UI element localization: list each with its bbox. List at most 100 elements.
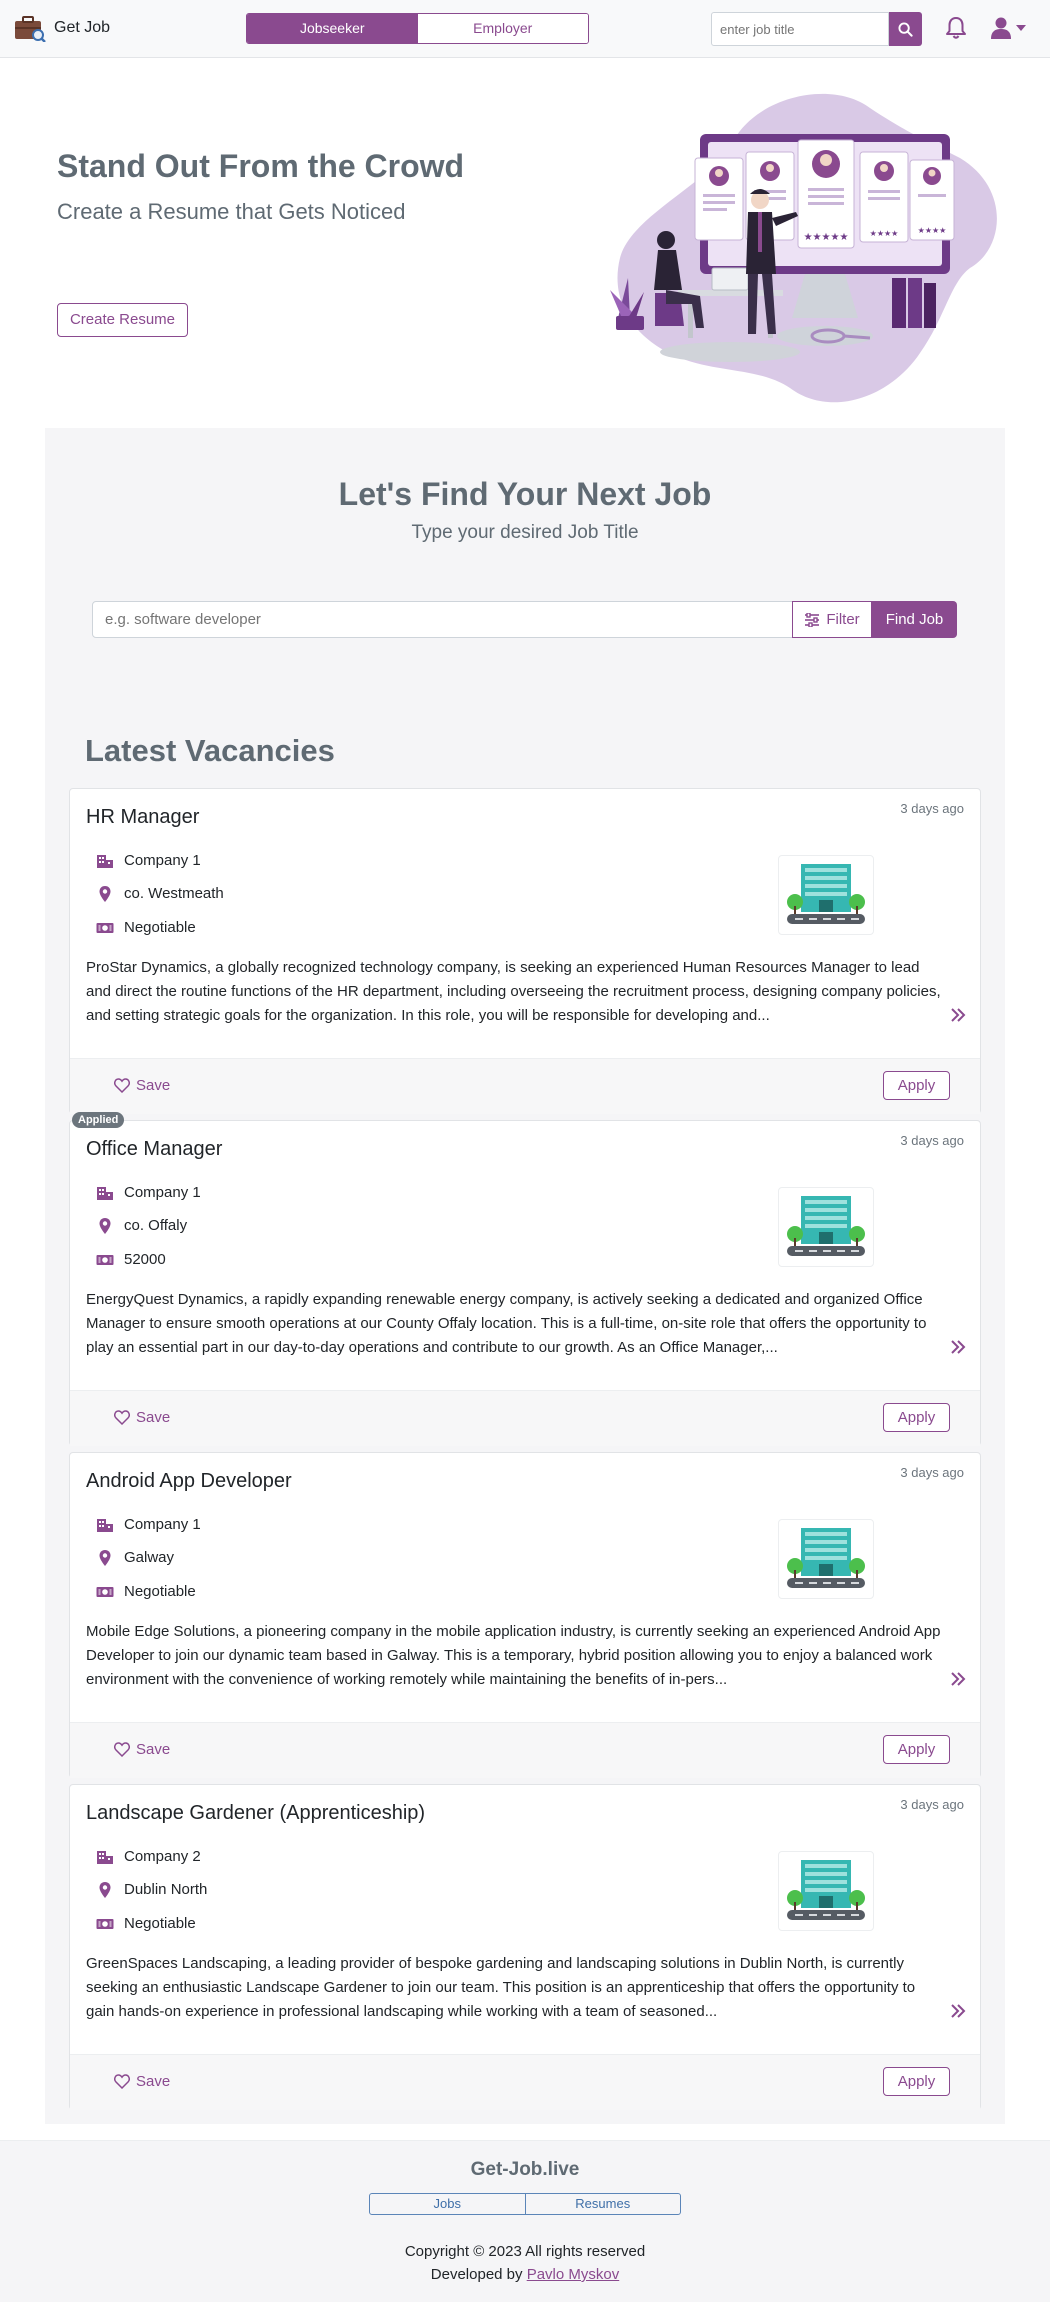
- user-icon: [991, 17, 1011, 39]
- building-icon: [97, 1518, 113, 1532]
- footer-link-jobs[interactable]: Jobs: [370, 2194, 525, 2214]
- card-footer: Save Apply: [70, 2054, 980, 2110]
- save-button[interactable]: Save: [114, 1077, 170, 1094]
- applied-badge: Applied: [72, 1112, 125, 1128]
- caret-down-icon: [1016, 25, 1026, 31]
- brand-name: Get Job: [54, 19, 111, 36]
- find-job-button[interactable]: Find Job: [872, 601, 957, 638]
- job-title[interactable]: Office Manager: [86, 1138, 222, 1161]
- money-icon: [96, 1918, 114, 1929]
- top-navbar: Get Job Jobseeker Employer: [0, 0, 1050, 58]
- posted-time: 3 days ago: [900, 1465, 964, 1480]
- save-button[interactable]: Save: [114, 1409, 170, 1426]
- heart-icon: [114, 1078, 130, 1093]
- footer-nav: Jobs Resumes: [369, 2193, 681, 2215]
- developer-link[interactable]: Pavlo Myskov: [527, 2266, 620, 2283]
- card-footer: Save Apply: [70, 1722, 980, 1778]
- map-pin-icon: [99, 885, 111, 902]
- building-icon: [97, 854, 113, 868]
- company-logo: [778, 1851, 874, 1931]
- nav-search-button[interactable]: [889, 12, 922, 46]
- job-location: co. Offaly: [124, 1217, 188, 1234]
- apply-button[interactable]: Apply: [883, 1071, 950, 1100]
- map-pin-icon: [99, 1549, 111, 1566]
- salary-row: Negotiable: [96, 1583, 196, 1600]
- job-location: co. Westmeath: [124, 885, 224, 902]
- building-icon: [97, 1850, 113, 1864]
- card-footer: Save Apply: [70, 1390, 980, 1446]
- job-title-search-input[interactable]: [92, 601, 840, 638]
- role-switch: Jobseeker Employer: [246, 13, 589, 44]
- job-card[interactable]: Android App Developer 3 days ago Company…: [69, 1452, 981, 1778]
- building-icon: [97, 1186, 113, 1200]
- latest-vacancies-heading: Latest Vacancies: [85, 733, 335, 768]
- save-label: Save: [136, 1741, 171, 1758]
- heart-icon: [114, 1410, 130, 1425]
- location-row: Dublin North: [96, 1881, 207, 1898]
- company-logo: [778, 1187, 874, 1267]
- posted-time: 3 days ago: [900, 801, 964, 816]
- brand-link[interactable]: Get Job: [14, 14, 111, 43]
- role-jobseeker-tab[interactable]: Jobseeker: [247, 14, 418, 43]
- job-salary: Negotiable: [124, 919, 196, 936]
- job-card[interactable]: Landscape Gardener (Apprenticeship) 3 da…: [69, 1784, 981, 2110]
- double-chevron-right-icon[interactable]: [950, 1007, 966, 1023]
- apply-button[interactable]: Apply: [883, 1403, 950, 1432]
- search-title: Let's Find Your Next Job: [338, 476, 712, 512]
- posted-time: 3 days ago: [900, 1133, 964, 1148]
- company-name: Company 1: [124, 852, 201, 869]
- save-button[interactable]: Save: [114, 1741, 170, 1758]
- map-pin-icon: [99, 1217, 111, 1234]
- location-row: co. Westmeath: [96, 885, 224, 902]
- footer-brand: Get-Job.live: [470, 2159, 580, 2180]
- job-salary: 52000: [124, 1251, 166, 1268]
- svg-text:★★★★: ★★★★: [870, 229, 899, 238]
- sliders-icon: [805, 612, 820, 627]
- filter-label: Filter: [826, 611, 860, 628]
- job-location: Dublin North: [124, 1881, 208, 1898]
- job-salary: Negotiable: [124, 1583, 196, 1600]
- posted-time: 3 days ago: [900, 1797, 964, 1812]
- job-title[interactable]: Landscape Gardener (Apprenticeship): [86, 1802, 425, 1825]
- notifications-bell-icon[interactable]: [944, 15, 968, 41]
- company-row: Company 2: [96, 1848, 201, 1865]
- search-subtitle: Type your desired Job Title: [411, 522, 639, 543]
- job-description: GreenSpaces Landscaping, a leading provi…: [86, 1955, 916, 2020]
- role-employer-tab[interactable]: Employer: [417, 14, 588, 43]
- double-chevron-right-icon[interactable]: [950, 2003, 966, 2019]
- job-location: Galway: [124, 1549, 175, 1566]
- user-menu-dropdown[interactable]: [990, 15, 1030, 41]
- copyright-text: Copyright © 2023 All rights reserved: [404, 2243, 646, 2260]
- job-description: Mobile Edge Solutions, a pioneering comp…: [86, 1623, 941, 1688]
- job-card[interactable]: Applied Office Manager 3 days ago Compan…: [69, 1112, 981, 1446]
- company-logo: [778, 1519, 874, 1599]
- map-pin-icon: [99, 1881, 111, 1898]
- save-label: Save: [136, 1409, 171, 1426]
- apply-button[interactable]: Apply: [883, 2067, 950, 2096]
- salary-row: Negotiable: [96, 919, 196, 936]
- job-title[interactable]: HR Manager: [86, 806, 199, 829]
- money-icon: [96, 1586, 114, 1597]
- money-icon: [96, 1254, 114, 1265]
- job-card[interactable]: HR Manager 3 days ago Company 1 co. West…: [69, 788, 981, 1114]
- double-chevron-right-icon[interactable]: [950, 1671, 966, 1687]
- salary-row: 52000: [96, 1251, 166, 1268]
- apply-button[interactable]: Apply: [883, 1735, 950, 1764]
- search-icon: [898, 21, 913, 37]
- heart-icon: [114, 2074, 130, 2089]
- nav-search-input[interactable]: [711, 12, 889, 46]
- hero-subtitle: Create a Resume that Gets Noticed: [57, 199, 406, 224]
- create-resume-button[interactable]: Create Resume: [57, 303, 188, 337]
- save-button[interactable]: Save: [114, 2073, 170, 2090]
- location-row: Galway: [96, 1549, 174, 1566]
- site-footer: Get-Job.live Jobs Resumes Copyright © 20…: [0, 2140, 1050, 2302]
- company-name: Company 2: [124, 1848, 201, 1865]
- hero-recruitment-illustration: ★★★★★ ★★★★ ★★★★: [600, 78, 1010, 408]
- footer-link-resumes[interactable]: Resumes: [524, 2194, 681, 2214]
- job-title[interactable]: Android App Developer: [86, 1470, 292, 1493]
- salary-row: Negotiable: [96, 1915, 196, 1932]
- double-chevron-right-icon[interactable]: [950, 1339, 966, 1355]
- job-salary: Negotiable: [124, 1915, 196, 1932]
- filter-button[interactable]: Filter: [792, 601, 872, 638]
- card-footer: Save Apply: [70, 1058, 980, 1114]
